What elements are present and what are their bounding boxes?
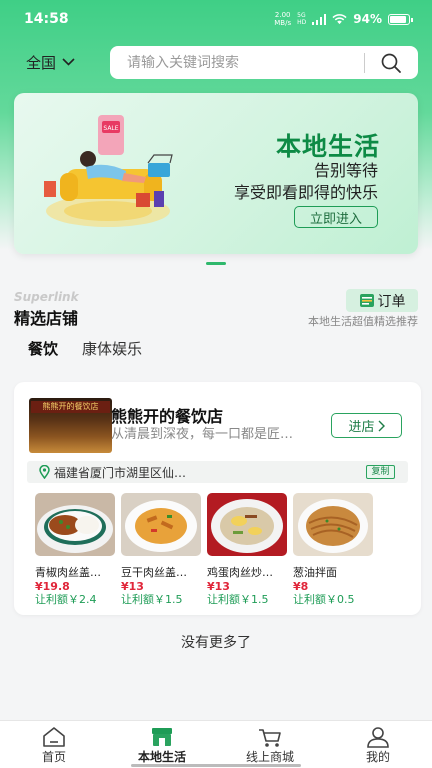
search-box xyxy=(110,46,418,79)
enter-shop-button[interactable]: 进店 xyxy=(331,413,402,438)
signal-label-hd: HD xyxy=(297,19,307,26)
nav-local-life-label: 本地生活 xyxy=(137,750,186,764)
promo-banner[interactable]: SALE 本地生活 告别等待 享受即看即得的快乐 立即进入 xyxy=(14,93,418,254)
address-bar: 福建省厦门市湖里区仙… 复制 xyxy=(27,461,408,483)
nav-profile[interactable]: 我的 xyxy=(324,721,432,768)
region-label: 全国 xyxy=(26,53,57,72)
dish-price: ¥13 xyxy=(207,580,230,593)
dish-image-tofu-pork-rice xyxy=(121,493,201,556)
dish-name: 青椒肉丝盖… xyxy=(35,566,101,579)
tab-dining[interactable]: 餐饮 xyxy=(28,338,58,367)
end-of-list-text: 没有更多了 xyxy=(181,635,251,651)
network-speed: 2.00 MB/s xyxy=(274,11,291,27)
dish-price: ¥13 xyxy=(121,580,144,593)
dish-image-pepper-pork-rice xyxy=(35,493,115,556)
local-shop-icon xyxy=(152,728,172,746)
dish-price: ¥8 xyxy=(293,580,309,593)
nav-local-life[interactable]: 本地生活 xyxy=(108,721,216,768)
nav-online-mall-label: 线上商城 xyxy=(245,750,294,764)
orders-button[interactable]: 订单 xyxy=(346,289,418,312)
shop-description: 从清晨到深夜，每一口都是匠… xyxy=(111,427,294,442)
status-indicators: 2.00 MB/s 5G HD 94% xyxy=(274,11,413,27)
status-time: 14:58 xyxy=(24,11,69,27)
order-list-icon xyxy=(359,294,374,307)
net-speed-unit: MB/s xyxy=(274,19,292,27)
battery-icon xyxy=(388,13,413,25)
dish-rebate: 让利额￥0.5 xyxy=(293,593,355,606)
shopping-illustration: SALE xyxy=(44,115,173,227)
nav-profile-label: 我的 xyxy=(365,750,390,764)
dish-name: 豆干肉丝盖… xyxy=(121,566,187,579)
dish-list: 青椒肉丝盖… ¥19.8 让利额￥2.4 豆干肉丝盖… ¥13 让利额￥1.5 xyxy=(35,493,373,607)
battery-percent: 94% xyxy=(353,12,382,26)
bottom-nav: 首页 本地生活 线上商城 我的 xyxy=(0,720,432,768)
status-bar: 14:58 2.00 MB/s 5G HD 94% xyxy=(0,0,432,38)
category-tabs: 餐饮 康体娱乐 xyxy=(28,338,142,367)
banner-subtitle-2: 享受即看即得的快乐 xyxy=(233,183,378,202)
section-note: 本地生活超值精选推荐 xyxy=(308,315,418,328)
enter-shop-label: 进店 xyxy=(348,420,375,435)
signal-label-5g: 5G xyxy=(297,12,306,19)
banner-subtitle-1: 告别等待 xyxy=(313,161,378,180)
dish-item[interactable]: 葱油拌面 ¥8 让利额￥0.5 xyxy=(293,493,373,607)
search-row: 全国 xyxy=(0,44,432,80)
dish-name: 葱油拌面 xyxy=(293,566,337,579)
dish-rebate: 让利额￥1.5 xyxy=(207,593,269,606)
sale-sign-text: SALE xyxy=(103,125,118,132)
search-input[interactable] xyxy=(110,46,360,79)
shop-sign: 熊熊开的餐饮店 xyxy=(31,401,110,413)
orders-label: 订单 xyxy=(377,293,406,310)
section-title: 精选店铺 xyxy=(14,309,79,328)
net-speed-value: 2.00 xyxy=(274,11,291,19)
dish-name: 鸡蛋肉丝炒… xyxy=(207,566,273,579)
dish-item[interactable]: 青椒肉丝盖… ¥19.8 让利额￥2.4 xyxy=(35,493,115,607)
signal-labels: 5G HD xyxy=(297,12,306,26)
carousel-indicator xyxy=(206,262,226,265)
home-indicator xyxy=(131,764,301,767)
copy-address-button[interactable]: 复制 xyxy=(366,465,395,479)
dish-rebate: 让利额￥1.5 xyxy=(121,593,183,606)
enter-now-button[interactable]: 立即进入 xyxy=(294,206,378,228)
shop-address: 福建省厦门市湖里区仙… xyxy=(54,465,187,480)
shop-card: 熊熊开的餐饮店 熊熊开的餐饮店 从清晨到深夜，每一口都是匠… 进店 福建省厦门市… xyxy=(14,382,421,615)
location-pin-icon xyxy=(39,465,50,479)
dish-item[interactable]: 豆干肉丝盖… ¥13 让利额￥1.5 xyxy=(121,493,201,607)
tab-fitness-entertainment[interactable]: 康体娱乐 xyxy=(82,338,142,367)
nav-home[interactable]: 首页 xyxy=(0,721,108,768)
search-button[interactable] xyxy=(365,46,417,79)
home-icon xyxy=(43,727,65,747)
wifi-icon xyxy=(332,13,347,24)
dish-item[interactable]: 鸡蛋肉丝炒… ¥13 让利额￥1.5 xyxy=(207,493,287,607)
brand-watermark: Superlink xyxy=(14,290,79,304)
region-selector[interactable]: 全国 xyxy=(0,52,96,73)
dish-image-scallion-oil-noodles xyxy=(293,493,373,556)
profile-icon xyxy=(367,727,389,748)
shop-image[interactable]: 熊熊开的餐饮店 xyxy=(29,398,112,453)
search-icon xyxy=(381,53,401,73)
dish-image-egg-pork-stirfry xyxy=(207,493,287,556)
nav-online-mall[interactable]: 线上商城 xyxy=(216,721,324,768)
featured-shops-header: Superlink 精选店铺 订单 本地生活超值精选推荐 xyxy=(14,288,418,328)
nav-home-label: 首页 xyxy=(41,750,66,764)
dish-rebate: 让利额￥2.4 xyxy=(35,593,97,606)
chevron-down-icon xyxy=(62,58,75,66)
cart-icon xyxy=(259,729,281,747)
dish-price: ¥19.8 xyxy=(35,580,70,593)
chevron-right-icon xyxy=(378,420,385,431)
cellular-signal-icon xyxy=(312,13,327,25)
